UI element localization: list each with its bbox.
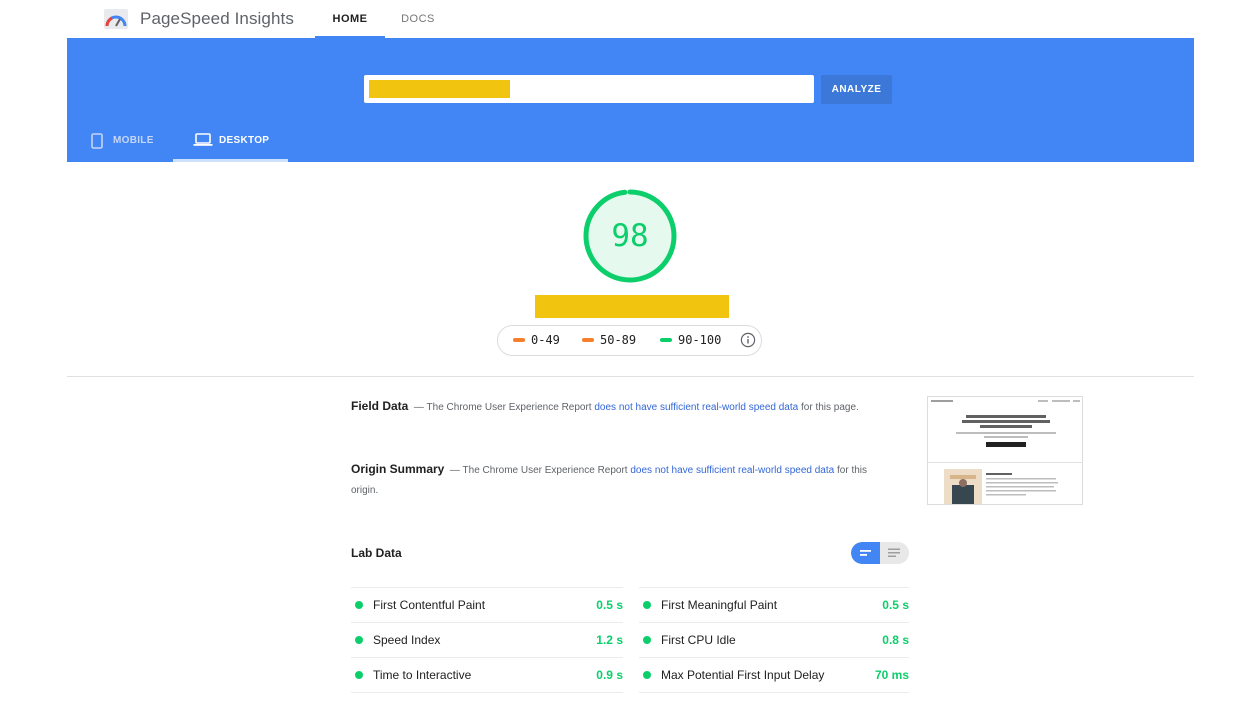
legend-label: 0-49	[531, 333, 560, 347]
view-toggle[interactable]	[851, 542, 909, 564]
score-legend: 0-49 50-89 90-100	[497, 325, 762, 356]
section-divider	[67, 376, 1194, 377]
metric-value: 70 ms	[874, 668, 909, 682]
metric-name: First CPU Idle	[661, 633, 736, 647]
tab-desktop-label: DESKTOP	[219, 135, 270, 146]
laptop-icon	[193, 133, 213, 146]
metric-name: First Contentful Paint	[373, 598, 486, 612]
brand-title: PageSpeed Insights	[140, 9, 294, 28]
metric-status-icon	[643, 671, 651, 679]
metric-status-icon	[643, 601, 651, 609]
page-screenshot-thumbnail	[927, 396, 1083, 505]
info-icon[interactable]	[740, 332, 756, 348]
phone-icon	[91, 133, 103, 149]
metric-value: 0.5 s	[882, 598, 909, 612]
origin-summary-section: Origin Summary — The Chrome User Experie…	[351, 459, 871, 501]
summary-view-button[interactable]	[851, 542, 880, 564]
tab-desktop[interactable]: DESKTOP	[173, 128, 288, 162]
legend-label: 50-89	[600, 333, 637, 347]
metric-row: Time to Interactive 0.9 s	[351, 657, 623, 692]
legend-dash-icon	[660, 337, 672, 342]
pagespeed-logo-icon	[104, 9, 128, 29]
legend-item-average: 50-89	[582, 326, 636, 355]
metric-row: Speed Index 1.2 s	[351, 622, 623, 657]
thumbnail-preview-icon	[928, 400, 1082, 504]
field-data-suffix: for this page.	[801, 402, 859, 413]
list-view-icon[interactable]	[880, 542, 909, 564]
tab-mobile-label: MOBILE	[113, 135, 154, 146]
metric-name: Speed Index	[373, 633, 441, 647]
nav-tab-home[interactable]: HOME	[315, 0, 385, 38]
legend-dash-icon	[513, 337, 525, 342]
top-nav: PageSpeed Insights HOME DOCS	[0, 0, 1260, 38]
field-data-link[interactable]: does not have sufficient real-world spee…	[594, 402, 798, 413]
metric-row: First CPU Idle 0.8 s	[639, 622, 909, 657]
metric-name: Max Potential First Input Delay	[661, 668, 825, 682]
metric-name: Time to Interactive	[373, 668, 472, 682]
metric-value: 1.2 s	[596, 633, 623, 647]
legend-item-pass: 90-100	[660, 326, 721, 355]
metric-name: First Meaningful Paint	[661, 598, 778, 612]
origin-summary-prefix: — The Chrome User Experience Report	[449, 465, 628, 476]
tab-mobile[interactable]: MOBILE	[91, 128, 161, 162]
metric-table-bottom-border	[351, 692, 623, 693]
legend-item-fail: 0-49	[513, 326, 560, 355]
metric-value: 0.8 s	[882, 633, 909, 647]
legend-label: 90-100	[678, 333, 722, 347]
tested-url-redaction	[535, 295, 729, 318]
analyze-button[interactable]: ANALYZE	[821, 75, 892, 104]
field-data-section: Field Data — The Chrome User Experience …	[351, 396, 871, 418]
origin-summary-title: Origin Summary	[351, 462, 445, 476]
metric-value: 0.9 s	[596, 668, 623, 682]
performance-score: 98	[611, 218, 649, 254]
metric-status-icon	[355, 636, 363, 644]
metric-status-icon	[643, 636, 651, 644]
legend-dash-icon	[582, 337, 594, 342]
origin-summary-link[interactable]: does not have sufficient real-world spee…	[630, 465, 834, 476]
metric-row: First Contentful Paint 0.5 s	[351, 587, 623, 622]
summary-view-icon	[860, 550, 871, 556]
metric-status-icon	[355, 671, 363, 679]
metric-table-bottom-border	[639, 692, 909, 693]
nav-tab-docs[interactable]: DOCS	[392, 0, 444, 38]
metric-status-icon	[355, 601, 363, 609]
lab-data-title: Lab Data	[351, 546, 402, 560]
url-header-band: ANALYZE MOBILE DESKTOP	[67, 38, 1194, 162]
field-data-title: Field Data	[351, 399, 409, 413]
field-data-prefix: — The Chrome User Experience Report	[413, 402, 592, 413]
url-input[interactable]	[364, 75, 814, 103]
metric-row: Max Potential First Input Delay 70 ms	[639, 657, 909, 692]
metric-row: First Meaningful Paint 0.5 s	[639, 587, 909, 622]
url-redaction	[369, 80, 510, 98]
metric-value: 0.5 s	[596, 598, 623, 612]
